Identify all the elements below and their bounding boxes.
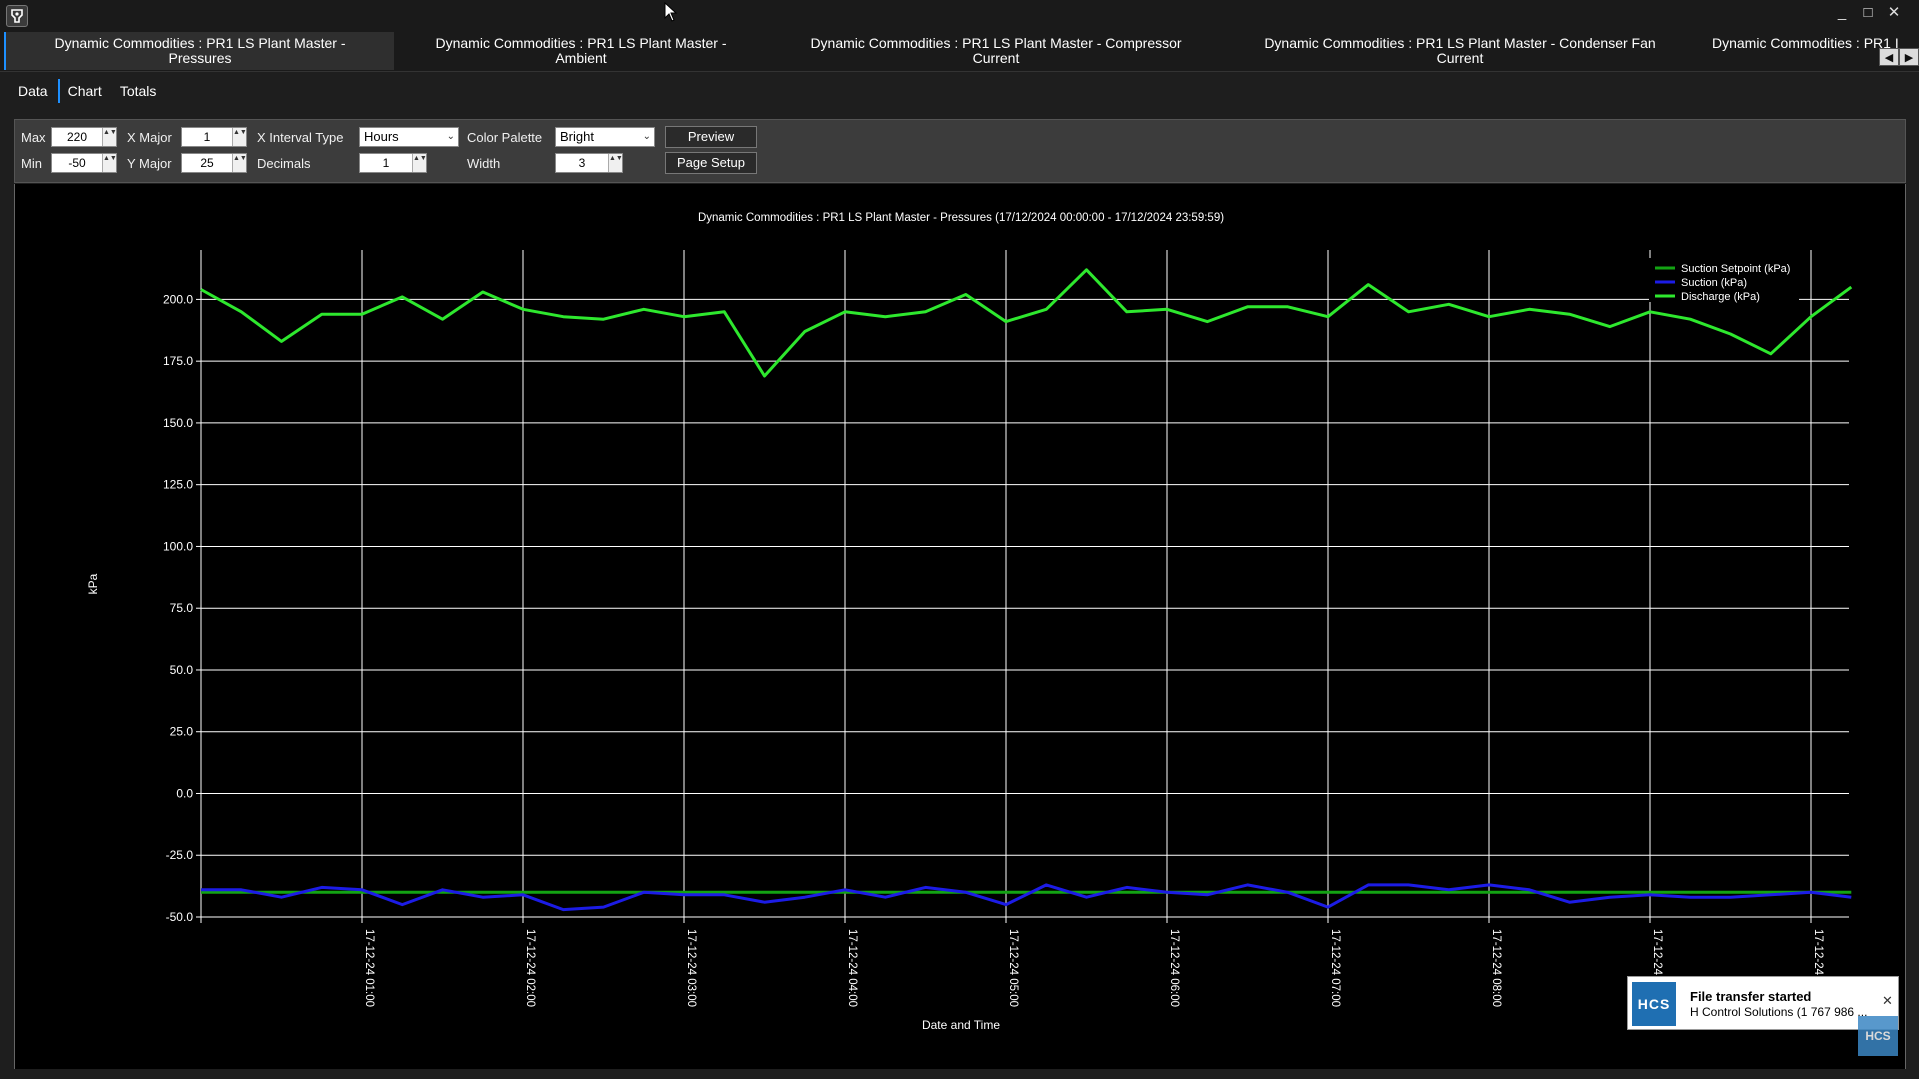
doc-tab-pressures[interactable]: Dynamic Commodities : PR1 LS Plant Maste… [4, 32, 394, 70]
doc-tab-line1: Dynamic Commodities : PR1 LS Plant Maste… [1264, 35, 1656, 51]
series-line-1 [201, 883, 1852, 912]
min-spinner[interactable]: ▲▼ [51, 153, 117, 173]
title-bar: _ □ ✕ [0, 0, 1919, 30]
doc-tab-ambient[interactable]: Dynamic Commodities : PR1 LS Plant Maste… [400, 32, 762, 70]
x-interval-type-select[interactable]: Hours ⌄ [359, 127, 459, 147]
y-tick-label: 175.0 [163, 354, 193, 368]
color-palette-value: Bright [560, 129, 594, 144]
tab-scroll-left-button[interactable]: ◀ [1879, 48, 1899, 66]
x-tick-label: 17-12-24 05:00 [1007, 929, 1019, 1007]
decimals-spinner[interactable]: ▲▼ [359, 153, 427, 173]
close-button[interactable]: ✕ [1881, 2, 1907, 24]
max-label: Max [21, 130, 46, 145]
x-tick-label: 17-12-24 07:00 [1329, 929, 1341, 1007]
spin-arrows-icon[interactable]: ▲▼ [102, 128, 117, 146]
width-spinner[interactable]: ▲▼ [555, 153, 623, 173]
doc-tab-line2: Current [972, 50, 1020, 66]
spin-arrows-icon[interactable]: ▲▼ [102, 154, 117, 172]
doc-tab-line1: Dynamic Commodities : PR1 LS Plant Maste… [435, 35, 727, 51]
y-major-spinner[interactable]: ▲▼ [181, 153, 247, 173]
y-axis-label: kPa [86, 573, 100, 594]
legend-label-2: Discharge (kPa) [1681, 291, 1760, 303]
max-spinner[interactable]: ▲▼ [51, 127, 117, 147]
y-tick-label: 100.0 [163, 539, 193, 553]
page-setup-button[interactable]: Page Setup [665, 152, 757, 174]
x-tick-label: 17-12-24 04:00 [846, 929, 858, 1007]
legend-label-1: Suction (kPa) [1681, 277, 1747, 289]
y-tick-label: 0.0 [176, 786, 193, 800]
doc-tab-compressor-current[interactable]: Dynamic Commodities : PR1 LS Plant Maste… [776, 32, 1216, 70]
decimals-label: Decimals [257, 156, 311, 171]
tab-scroll-right-button[interactable]: ▶ [1899, 48, 1919, 66]
min-label: Min [21, 156, 42, 171]
minimize-button[interactable]: _ [1829, 2, 1855, 24]
spin-arrows-icon[interactable]: ▲▼ [412, 154, 427, 172]
preview-button[interactable]: Preview [665, 126, 757, 148]
y-tick-label: 200.0 [163, 292, 193, 306]
legend-label-0: Suction Setpoint (kPa) [1681, 263, 1790, 275]
y-tick-label: 25.0 [170, 725, 194, 739]
toast-title: File transfer started [1690, 989, 1812, 1004]
app-icon[interactable] [6, 5, 28, 27]
color-palette-select[interactable]: Bright ⌄ [555, 127, 655, 147]
chart-panel: Dynamic Commodities : PR1 LS Plant Maste… [14, 184, 1906, 1069]
spin-arrows-icon[interactable]: ▲▼ [232, 128, 247, 146]
close-icon[interactable]: ✕ [1882, 993, 1893, 1009]
width-label: Width [467, 156, 501, 171]
x-interval-type-label: X Interval Type [257, 130, 344, 145]
y-major-label: Y Major [127, 156, 172, 171]
x-major-spinner[interactable]: ▲▼ [181, 127, 247, 147]
x-tick-label: 17-12-24 06:00 [1168, 929, 1180, 1007]
series-line-2 [200, 268, 1853, 378]
view-tab-strip: Data Chart Totals [0, 74, 1919, 108]
tab-scroll-buttons: ◀ ▶ [1879, 48, 1919, 66]
document-tab-strip: Dynamic Commodities : PR1 LS Plant Maste… [0, 30, 1919, 72]
x-axis-label: Date and Time [922, 1018, 1000, 1032]
doc-tab-line1: Dynamic Commodities : PR1 LS Plant Maste… [810, 35, 1182, 51]
x-tick-label: 17-12-24 [1651, 929, 1663, 976]
y-tick-label: 125.0 [163, 478, 193, 492]
x-major-label: X Major [127, 130, 172, 145]
y-tick-label: 50.0 [170, 663, 194, 677]
x-tick-label: 17-12-24 02:00 [524, 929, 536, 1007]
x-tick-label: 17-12-24 [1812, 929, 1824, 976]
chart-settings-toolbar: Max ▲▼ Min ▲▼ X Major ▲▼ Y Major ▲▼ X In… [14, 119, 1906, 183]
spin-arrows-icon[interactable]: ▲▼ [232, 154, 247, 172]
tab-chart[interactable]: Chart [57, 79, 110, 103]
app-window: _ □ ✕ Dynamic Commodities : PR1 LS Plant… [0, 0, 1919, 1079]
y-tick-label: -25.0 [166, 848, 194, 862]
y-tick-label: -50.0 [166, 910, 194, 924]
chart-title: Dynamic Commodities : PR1 LS Plant Maste… [698, 212, 1224, 224]
chevron-down-icon[interactable]: ⌄ [643, 128, 651, 146]
doc-tab-condenser-fan-current[interactable]: Dynamic Commodities : PR1 LS Plant Maste… [1232, 32, 1688, 70]
tab-data[interactable]: Data [10, 79, 56, 103]
doc-tab-line2: Ambient [555, 50, 607, 66]
maximize-button[interactable]: □ [1855, 2, 1881, 24]
spin-arrows-icon[interactable]: ▲▼ [608, 154, 623, 172]
y-tick-label: 75.0 [170, 601, 194, 615]
hcs-logo: HCS [1632, 982, 1676, 1026]
doc-tab-line1: Dynamic Commodities : PR1 LS Plant Maste… [54, 35, 346, 51]
hcs-tray-logo[interactable]: HCS [1858, 1016, 1898, 1056]
toast-message: H Control Solutions (1 767 986 ... [1690, 1005, 1868, 1019]
doc-tab-line2: Pressures [168, 50, 232, 66]
y-tick-label: 150.0 [163, 416, 193, 430]
x-tick-label: 17-12-24 03:00 [685, 929, 697, 1007]
doc-tab-line2: Current [1436, 50, 1484, 66]
pressure-chart: Dynamic Commodities : PR1 LS Plant Maste… [86, 212, 1853, 1032]
x-tick-label: 17-12-24 08:00 [1490, 929, 1502, 1007]
tab-totals[interactable]: Totals [112, 79, 165, 103]
chevron-down-icon[interactable]: ⌄ [447, 128, 455, 146]
color-palette-label: Color Palette [467, 130, 543, 145]
mouse-cursor-icon [664, 2, 678, 22]
x-interval-type-value: Hours [364, 129, 399, 144]
x-tick-label: 17-12-24 01:00 [363, 929, 375, 1007]
